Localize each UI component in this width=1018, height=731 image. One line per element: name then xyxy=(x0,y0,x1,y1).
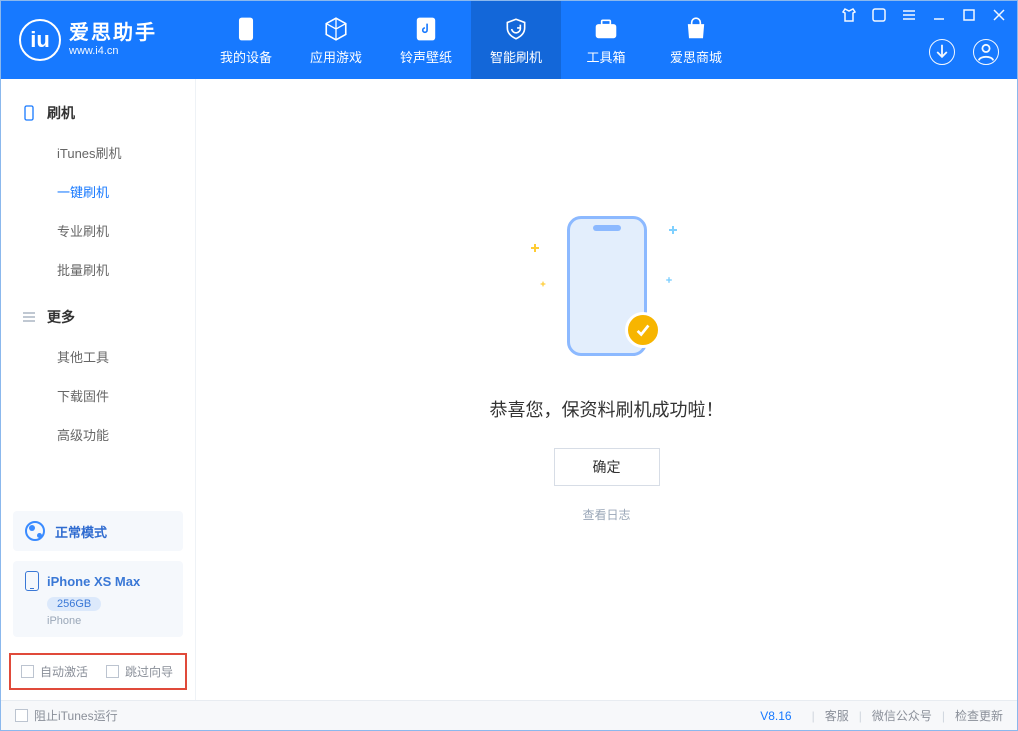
view-log-link[interactable]: 查看日志 xyxy=(582,506,630,523)
checkbox-icon xyxy=(106,665,119,678)
checkbox-icon xyxy=(15,709,28,722)
maximize-icon[interactable] xyxy=(961,7,977,23)
phone-outline-icon xyxy=(25,571,39,591)
sidebar-group-more: 更多 xyxy=(13,297,183,337)
nav-label: 我的设备 xyxy=(220,47,272,66)
menu-icon[interactable] xyxy=(901,7,917,23)
main-nav: 我的设备 应用游戏 铃声壁纸 智能刷机 工具箱 爱思商城 xyxy=(201,1,741,79)
checkbox-icon xyxy=(21,665,34,678)
phone-icon xyxy=(232,15,260,43)
sparkle-icon xyxy=(669,226,677,234)
refresh-shield-icon xyxy=(502,15,530,43)
device-mode-card[interactable]: 正常模式 xyxy=(13,511,183,551)
device-name: iPhone XS Max xyxy=(47,574,140,589)
version-label: V8.16 xyxy=(760,709,791,723)
checkbox-label: 自动激活 xyxy=(40,663,88,680)
sidebar-item-onekey[interactable]: 一键刷机 xyxy=(57,172,183,211)
sidebar-group-label: 刷机 xyxy=(47,103,75,123)
app-title: 爱思助手 xyxy=(69,22,157,45)
bag-icon xyxy=(682,15,710,43)
nav-label: 智能刷机 xyxy=(490,47,542,66)
window-controls xyxy=(841,7,1007,23)
checkbox-label: 阻止iTunes运行 xyxy=(34,707,118,724)
device-type: iPhone xyxy=(47,615,171,627)
highlighted-options: 自动激活 跳过向导 xyxy=(9,653,187,690)
close-icon[interactable] xyxy=(991,7,1007,23)
feedback-icon[interactable] xyxy=(871,7,887,23)
nav-label: 铃声壁纸 xyxy=(400,47,452,66)
device-mode-label: 正常模式 xyxy=(55,522,107,541)
header-action-buttons xyxy=(929,39,999,65)
minimize-icon[interactable] xyxy=(931,7,947,23)
sidebar-item-advanced[interactable]: 高级功能 xyxy=(57,415,183,454)
title-bar: iu 爱思助手 www.i4.cn 我的设备 应用游戏 铃声壁纸 智能刷机 工具… xyxy=(1,1,1017,79)
nav-label: 爱思商城 xyxy=(670,47,722,66)
sidebar-item-firmware[interactable]: 下载固件 xyxy=(57,376,183,415)
check-update-link[interactable]: 检查更新 xyxy=(955,707,1003,724)
nav-apps[interactable]: 应用游戏 xyxy=(291,1,381,79)
support-link[interactable]: 客服 xyxy=(825,707,849,724)
skip-guide-checkbox[interactable]: 跳过向导 xyxy=(106,663,173,680)
nav-ringtone[interactable]: 铃声壁纸 xyxy=(381,1,471,79)
device-icon xyxy=(21,105,37,121)
logo-icon: iu xyxy=(19,19,61,61)
device-storage-badge: 256GB xyxy=(47,597,101,611)
app-logo: iu 爱思助手 www.i4.cn xyxy=(1,19,201,61)
status-bar: 阻止iTunes运行 V8.16 | 客服 | 微信公众号 | 检查更新 xyxy=(1,700,1017,730)
app-subtitle: www.i4.cn xyxy=(69,45,157,58)
nav-flash[interactable]: 智能刷机 xyxy=(471,1,561,79)
block-itunes-checkbox[interactable]: 阻止iTunes运行 xyxy=(15,707,118,724)
user-button[interactable] xyxy=(973,39,999,65)
cube-icon xyxy=(322,15,350,43)
device-info-card[interactable]: iPhone XS Max 256GB iPhone xyxy=(13,561,183,637)
sidebar-item-pro[interactable]: 专业刷机 xyxy=(57,211,183,250)
auto-activate-checkbox[interactable]: 自动激活 xyxy=(21,663,88,680)
nav-label: 工具箱 xyxy=(586,47,625,66)
sidebar-group-label: 更多 xyxy=(47,307,75,327)
main-content: 恭喜您，保资料刷机成功啦！ 确定 查看日志 xyxy=(196,79,1017,700)
ok-button[interactable]: 确定 xyxy=(554,448,660,486)
nav-store[interactable]: 爱思商城 xyxy=(651,1,741,79)
toolbox-icon xyxy=(592,15,620,43)
nav-label: 应用游戏 xyxy=(310,47,362,66)
skin-icon[interactable] xyxy=(841,7,857,23)
sparkle-icon xyxy=(666,277,672,283)
download-button[interactable] xyxy=(929,39,955,65)
sparkle-icon xyxy=(540,282,545,287)
success-illustration xyxy=(547,216,667,366)
sidebar-group-flash: 刷机 xyxy=(13,93,183,133)
sidebar: 刷机 iTunes刷机 一键刷机 专业刷机 批量刷机 更多 其他工具 下载固件 … xyxy=(1,79,196,700)
check-badge-icon xyxy=(625,312,661,348)
sidebar-item-batch[interactable]: 批量刷机 xyxy=(57,250,183,289)
success-message: 恭喜您，保资料刷机成功啦！ xyxy=(490,396,724,422)
sparkle-icon xyxy=(531,244,539,252)
mode-icon xyxy=(25,521,45,541)
list-icon xyxy=(21,309,37,325)
wechat-link[interactable]: 微信公众号 xyxy=(872,707,932,724)
checkbox-label: 跳过向导 xyxy=(125,663,173,680)
music-file-icon xyxy=(412,15,440,43)
sidebar-item-itunes[interactable]: iTunes刷机 xyxy=(57,133,183,172)
sidebar-item-other-tools[interactable]: 其他工具 xyxy=(57,337,183,376)
nav-toolbox[interactable]: 工具箱 xyxy=(561,1,651,79)
nav-my-device[interactable]: 我的设备 xyxy=(201,1,291,79)
